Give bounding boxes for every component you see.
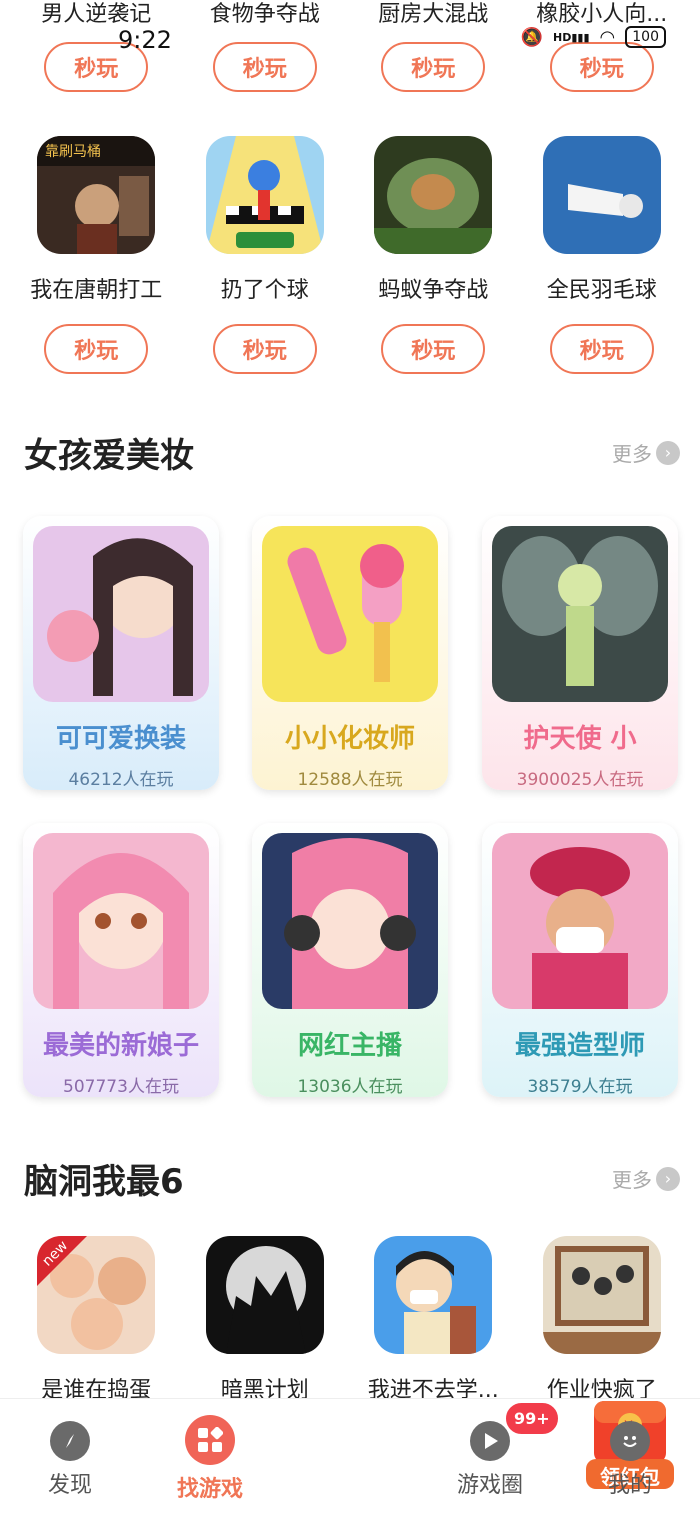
status-time: 9:22 (118, 26, 172, 54)
svg-text:靠刷马桶: 靠刷马桶 (45, 144, 101, 160)
game-name: 橡胶小人向... (536, 2, 668, 27)
smiley-profile-icon (610, 1421, 650, 1461)
status-icons: 🔕 HD▮▮▮ ◠ 100 (521, 26, 666, 48)
chevron-right-icon: › (656, 1166, 680, 1191)
players-count: 12588人在玩 (297, 770, 403, 790)
game-item[interactable]: 蚂蚁争夺战 秒玩 (349, 136, 518, 374)
more-link[interactable]: 更多 › (612, 1164, 680, 1193)
nav-game-circle[interactable]: 游戏圈 99+ (420, 1399, 560, 1516)
play-button[interactable]: 秒玩 (549, 324, 654, 374)
nav-red-packet[interactable]: ¥ 领红包 (280, 1399, 674, 1516)
lipstick-art (262, 526, 438, 702)
players-count: 46212人在玩 (68, 770, 174, 790)
dress-up-art (33, 526, 209, 702)
makeup-card[interactable]: 可可爱换装 46212人在玩 (23, 516, 219, 790)
nav-label: 游戏圈 (456, 1473, 523, 1498)
shuttlecock-icon[interactable] (542, 136, 661, 254)
more-label: 更多 (612, 1168, 652, 1192)
makeup-card[interactable]: 最强造型师 38579人在玩 (482, 823, 678, 1097)
makeup-card[interactable]: 护天使 小 3900025人在玩 (482, 516, 678, 790)
student-mask-icon[interactable] (374, 1236, 493, 1354)
section-title: 女孩爱美妆 (24, 436, 194, 476)
play-circle-icon (470, 1421, 510, 1461)
section-title: 脑洞我最6 (24, 1162, 184, 1202)
game-item[interactable]: 扔了个球 秒玩 (181, 136, 350, 374)
players-count: 38579人在玩 (527, 1077, 633, 1097)
card-title: 小小化妆师 (284, 724, 415, 754)
play-button[interactable]: 秒玩 (381, 42, 486, 92)
game-item[interactable]: 靠刷马桶 我在唐朝打工 秒玩 (12, 136, 181, 374)
family-photo-icon[interactable] (542, 1236, 661, 1354)
card-title: 网红主播 (297, 1031, 402, 1061)
card-title: 最美的新娘子 (42, 1031, 199, 1061)
battery-icon: 100 (625, 26, 666, 48)
game-name: 蚂蚁争夺战 (378, 278, 489, 303)
card-title: 可可爱换装 (55, 724, 186, 754)
play-button[interactable]: 秒玩 (44, 324, 149, 374)
nav-find-games[interactable]: 找游戏 (140, 1399, 280, 1516)
players-count: 3900025人在玩 (516, 770, 644, 790)
nav-label: 发现 (47, 1473, 92, 1498)
game-item[interactable]: 暗黑计划 (181, 1236, 350, 1404)
wifi-icon: ◠ (599, 26, 616, 48)
signal-icon: HD▮▮▮ (553, 30, 590, 44)
game-name: 全民羽毛球 (546, 278, 657, 303)
game-item[interactable]: 厨房大混战 秒玩 (349, 0, 518, 92)
streamer-art (262, 833, 438, 1009)
game-item[interactable]: 食物争夺战 秒玩 (181, 0, 350, 92)
games-grid-icon (185, 1415, 235, 1465)
more-label: 更多 (612, 442, 652, 466)
nav-label: 我的 (607, 1473, 652, 1498)
more-link[interactable]: 更多 › (612, 438, 680, 467)
game-name: 扔了个球 (220, 278, 309, 303)
game-row: new 是谁在捣蛋 暗黑计划 我进不去学... 作业快疯了 (0, 1236, 700, 1404)
game-item[interactable]: new 是谁在捣蛋 (12, 1236, 181, 1404)
notification-badge: 99+ (504, 1401, 560, 1436)
stylist-art (492, 833, 668, 1009)
play-button[interactable]: 秒玩 (212, 42, 317, 92)
game-name: 我在唐朝打工 (30, 278, 163, 303)
game-name: 厨房大混战 (378, 2, 489, 27)
players-count: 507773人在玩 (63, 1077, 179, 1097)
makeup-card[interactable]: 网红主播 13036人在玩 (252, 823, 448, 1097)
game-item[interactable]: 我进不去学... (349, 1236, 518, 1404)
play-button[interactable]: 秒玩 (381, 324, 486, 374)
bride-art (33, 833, 209, 1009)
makeup-card[interactable]: 最美的新娘子 507773人在玩 (23, 823, 219, 1097)
play-button[interactable]: 秒玩 (549, 42, 654, 92)
dark-silhouette-icon[interactable] (205, 1236, 324, 1354)
game-item[interactable]: 全民羽毛球 秒玩 (518, 136, 687, 374)
card-title: 最强造型师 (514, 1031, 645, 1061)
nav-discover[interactable]: 发现 (0, 1399, 140, 1516)
chevron-right-icon: › (656, 440, 680, 465)
game-name: 食物争夺战 (209, 2, 320, 27)
tang-dynasty-icon[interactable]: 靠刷马桶 (37, 136, 156, 254)
game-row: 靠刷马桶 我在唐朝打工 秒玩 扔了个球 秒玩 蚂蚁争夺战 秒玩 全民羽毛球 秒玩 (0, 136, 700, 374)
cartoon-crowd-icon[interactable]: new (37, 1236, 156, 1354)
game-name: 男人逆袭记 (41, 2, 152, 27)
players-count: 13036人在玩 (297, 1077, 403, 1097)
bottom-nav: 发现 找游戏 ¥ 领红包 游戏圈 99+ 我的 (0, 1398, 700, 1516)
game-item[interactable]: 作业快疯了 (518, 1236, 687, 1404)
ant-nest-icon[interactable] (374, 136, 493, 254)
makeup-card[interactable]: 小小化妆师 12588人在玩 (252, 516, 448, 790)
play-button[interactable]: 秒玩 (212, 324, 317, 374)
compass-icon (50, 1421, 90, 1461)
mute-icon: 🔕 (520, 26, 544, 48)
nav-label: 找游戏 (176, 1477, 243, 1502)
nav-mine[interactable]: 我的 (560, 1399, 700, 1516)
runner-ball-icon[interactable] (205, 136, 324, 254)
card-title: 护天使 小 (523, 724, 637, 754)
fairy-art (492, 526, 668, 702)
